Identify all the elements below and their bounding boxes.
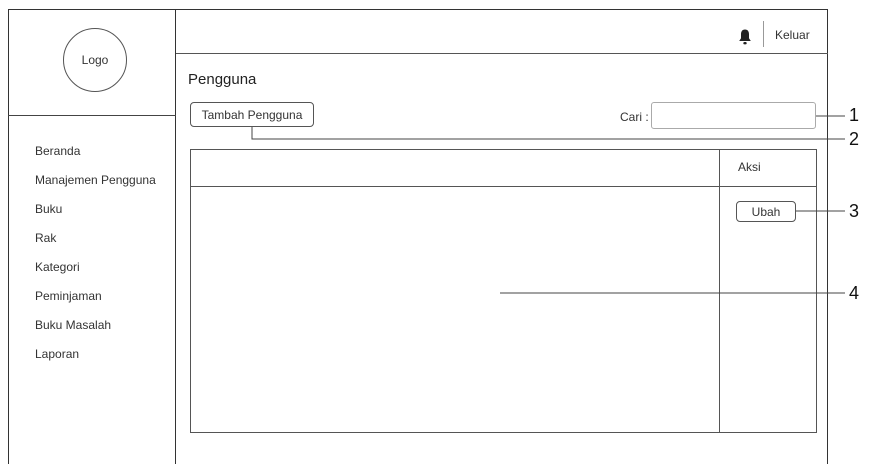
bell-icon[interactable] — [738, 28, 752, 46]
table-header-aksi: Aksi — [738, 160, 761, 174]
sidebar-item-peminjaman[interactable]: Peminjaman — [35, 288, 156, 317]
sidebar: Logo Beranda Manajemen Pengguna Buku Rak… — [8, 9, 176, 464]
logo: Logo — [63, 28, 127, 92]
sidebar-nav: Beranda Manajemen Pengguna Buku Rak Kate… — [35, 143, 156, 375]
sidebar-item-rak[interactable]: Rak — [35, 230, 156, 259]
callout-number-4: 4 — [849, 283, 860, 303]
topbar-separator — [763, 21, 764, 47]
sidebar-item-kategori[interactable]: Kategori — [35, 259, 156, 288]
sidebar-item-buku[interactable]: Buku — [35, 201, 156, 230]
topbar-divider — [176, 53, 828, 54]
sidebar-item-buku-masalah[interactable]: Buku Masalah — [35, 317, 156, 346]
search-input[interactable] — [651, 102, 816, 129]
bell-icon-svg — [739, 29, 751, 45]
table-header-divider — [190, 186, 817, 187]
callout-number-3: 3 — [849, 201, 860, 221]
sidebar-item-manajemen-pengguna[interactable]: Manajemen Pengguna — [35, 172, 156, 201]
sidebar-divider — [8, 115, 176, 116]
edit-button[interactable]: Ubah — [736, 201, 796, 222]
sidebar-item-laporan[interactable]: Laporan — [35, 346, 156, 375]
callout-number-1: 1 — [849, 105, 860, 125]
search-label: Cari : — [620, 110, 649, 124]
logout-link[interactable]: Keluar — [775, 28, 810, 42]
logo-text: Logo — [81, 53, 109, 67]
add-user-button[interactable]: Tambah Pengguna — [190, 102, 314, 127]
users-table — [190, 149, 817, 433]
callout-number-2: 2 — [849, 129, 860, 149]
sidebar-item-beranda[interactable]: Beranda — [35, 143, 156, 172]
table-column-divider — [719, 149, 720, 433]
page-title: Pengguna — [188, 71, 257, 88]
